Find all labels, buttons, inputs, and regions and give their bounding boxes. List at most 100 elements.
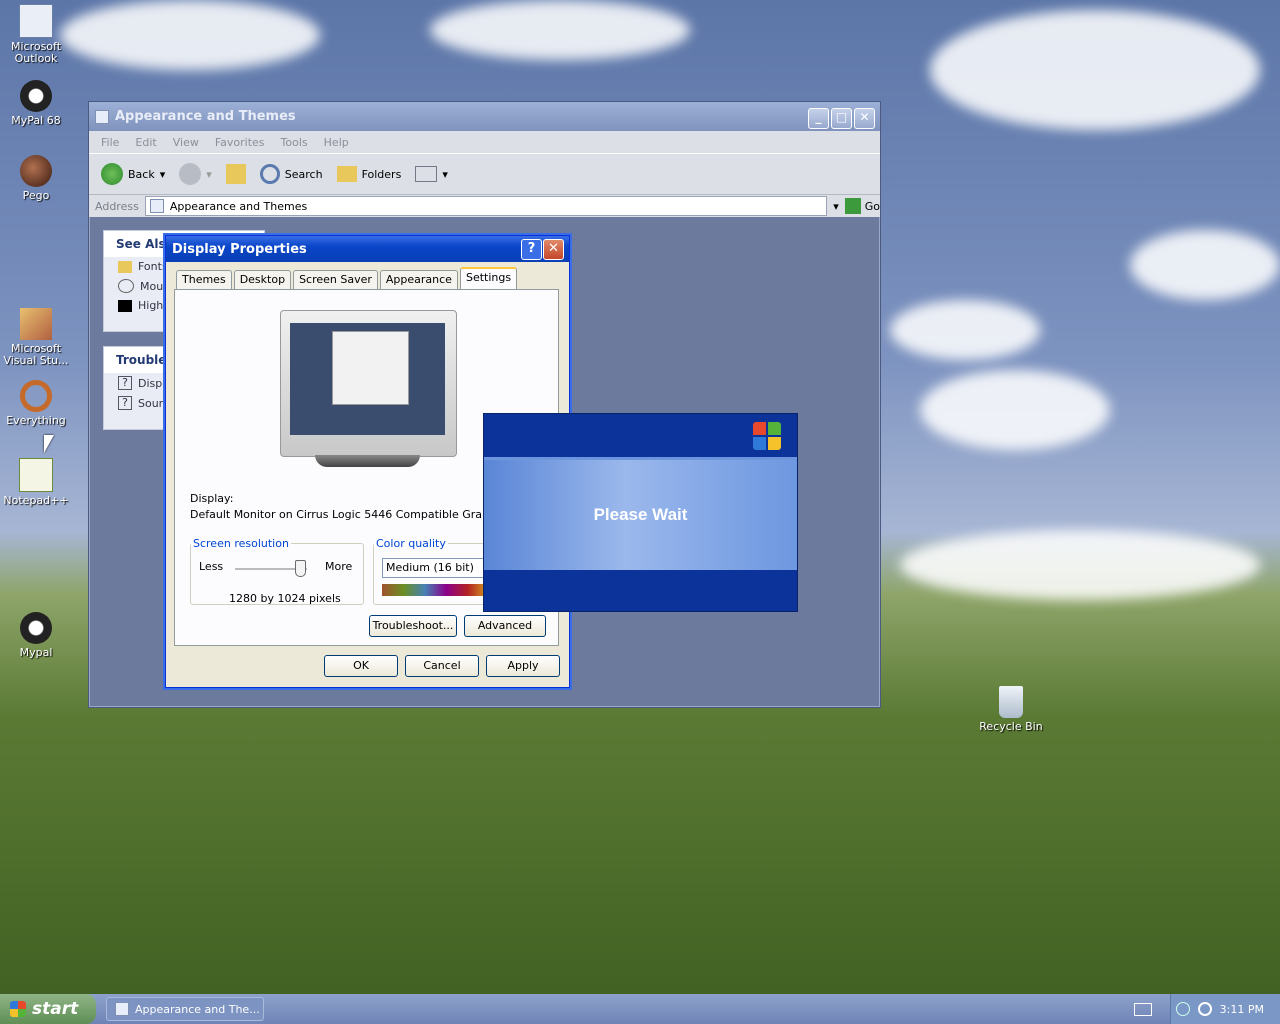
folders-label: Folders: [361, 167, 402, 181]
forward-arrow-icon: [179, 163, 202, 185]
help-button[interactable]: ?: [521, 239, 542, 260]
search-button[interactable]: Search: [256, 162, 327, 186]
cloud: [430, 0, 690, 60]
folders-icon: [336, 166, 357, 182]
up-folder-button[interactable]: [222, 162, 250, 186]
taskbar-button-appearance[interactable]: Appearance and The...: [106, 997, 264, 1021]
resolution-value: 1280 by 1024 pixels: [229, 592, 341, 605]
please-wait-message: Please Wait: [593, 505, 688, 524]
go-button[interactable]: Go: [844, 198, 880, 214]
search-icon: [259, 164, 280, 184]
desktop-icon-visual-studio[interactable]: Microsoft Visual Stu...: [0, 308, 72, 367]
cancel-button[interactable]: Cancel: [405, 655, 479, 677]
address-bar: Address Appearance and Themes ▾ Go: [89, 195, 880, 217]
menu-tools[interactable]: Tools: [281, 136, 308, 149]
more-label: More: [325, 560, 353, 573]
help-icon: ?: [118, 396, 132, 410]
tab-bar: Themes Desktop Screen Saver Appearance S…: [176, 267, 519, 291]
desktop-icon-everything[interactable]: Everything: [0, 380, 72, 427]
monitor-screen: [290, 323, 445, 435]
back-button[interactable]: Back ▾: [97, 161, 169, 187]
desktop-icon-pego[interactable]: Pego: [0, 155, 72, 202]
monitor-stand: [315, 455, 420, 467]
windows-logo-icon: [753, 422, 781, 450]
start-button[interactable]: start: [0, 994, 96, 1024]
desktop-icon-label: Mypal: [19, 646, 53, 659]
maximize-button[interactable]: □: [831, 108, 852, 129]
cloud: [60, 0, 320, 70]
resolution-slider-thumb[interactable]: [295, 560, 306, 577]
address-label: Address: [95, 199, 139, 213]
troubleshoot-button[interactable]: Troubleshoot...: [369, 615, 457, 637]
tab-desktop[interactable]: Desktop: [233, 270, 292, 290]
address-input[interactable]: Appearance and Themes: [144, 196, 828, 216]
color-quality-legend: Color quality: [376, 537, 446, 550]
views-button[interactable]: ▾: [411, 164, 452, 184]
menu-help[interactable]: Help: [324, 136, 349, 149]
outlook-icon: [19, 4, 53, 38]
chevron-down-icon[interactable]: ▾: [833, 200, 839, 213]
desktop-icon-label: Everything: [6, 414, 66, 427]
advanced-button[interactable]: Advanced: [464, 615, 546, 637]
minimize-button[interactable]: _: [808, 108, 829, 129]
apply-button[interactable]: Apply: [486, 655, 560, 677]
desktop-icon-mypal[interactable]: Mypal: [0, 612, 72, 659]
ok-button[interactable]: OK: [324, 655, 398, 677]
folder-icon: [149, 199, 164, 213]
cloud: [900, 530, 1260, 600]
desktop-icon-label: Microsoft Visual Stu...: [3, 342, 69, 367]
tab-themes[interactable]: Themes: [176, 270, 232, 290]
search-icon[interactable]: [1197, 1002, 1212, 1016]
folder-icon: [95, 109, 109, 124]
keyboard-icon[interactable]: [1134, 1003, 1152, 1016]
close-button[interactable]: ✕: [543, 239, 564, 260]
chevron-down-icon: ▾: [159, 167, 166, 181]
clock[interactable]: 3:11 PM: [1220, 1003, 1264, 1016]
high-contrast-icon: [118, 299, 132, 312]
cloud: [1130, 230, 1280, 300]
chevron-down-icon: ▾: [206, 167, 212, 181]
windows-logo-icon: [10, 1001, 26, 1017]
cloud: [890, 300, 1040, 360]
monitor-preview-icon: [280, 310, 457, 457]
desktop-icon-label: Recycle Bin: [979, 720, 1043, 733]
network-icon[interactable]: [1175, 1002, 1190, 1016]
tab-appearance[interactable]: Appearance: [379, 270, 458, 290]
menu-view[interactable]: View: [173, 136, 199, 149]
everything-icon: [20, 380, 52, 412]
chevron-down-icon: ▾: [442, 167, 448, 181]
taskbar-button-label: Appearance and The...: [135, 1002, 260, 1016]
desktop-icon-recycle-bin[interactable]: Recycle Bin: [975, 686, 1047, 733]
visual-studio-icon: [20, 308, 52, 340]
menu-edit[interactable]: Edit: [135, 136, 156, 149]
address-value: Appearance and Themes: [169, 199, 308, 213]
desktop-icon-outlook[interactable]: Microsoft Outlook: [0, 4, 72, 65]
color-quality-value: Medium (16 bit): [386, 561, 474, 574]
folders-button[interactable]: Folders: [333, 164, 406, 184]
forward-button[interactable]: ▾: [175, 161, 216, 187]
recycle-bin-icon: [999, 686, 1023, 718]
fonts-icon: [118, 260, 132, 273]
pego-icon: [20, 155, 52, 187]
tab-screen-saver[interactable]: Screen Saver: [293, 270, 378, 290]
views-icon: [415, 166, 438, 182]
display-label: Display:: [190, 492, 234, 505]
please-wait-body: Please Wait: [484, 460, 797, 570]
explorer-titlebar[interactable]: Appearance and Themes: [89, 102, 880, 131]
menu-file[interactable]: File: [101, 136, 119, 149]
see-also-label: Fonts: [138, 260, 168, 273]
dialog-title: Display Properties: [172, 241, 307, 257]
desktop-icon-mypal68[interactable]: MyPal 68: [0, 80, 72, 127]
back-label: Back: [128, 167, 155, 181]
desktop-icon-notepadpp[interactable]: Notepad++: [0, 458, 72, 507]
cloud: [920, 370, 1110, 450]
tab-settings[interactable]: Settings: [459, 267, 518, 291]
less-label: Less: [199, 560, 224, 573]
dialog-titlebar[interactable]: Display Properties: [166, 236, 569, 262]
back-arrow-icon: [101, 163, 123, 185]
desktop-icon-label: Notepad++: [3, 494, 69, 507]
taskbar: start Appearance and The... 3:11 PM: [0, 994, 1280, 1024]
menu-favorites[interactable]: Favorites: [215, 136, 265, 149]
up-folder-icon: [225, 164, 246, 184]
close-button[interactable]: ✕: [854, 108, 875, 129]
